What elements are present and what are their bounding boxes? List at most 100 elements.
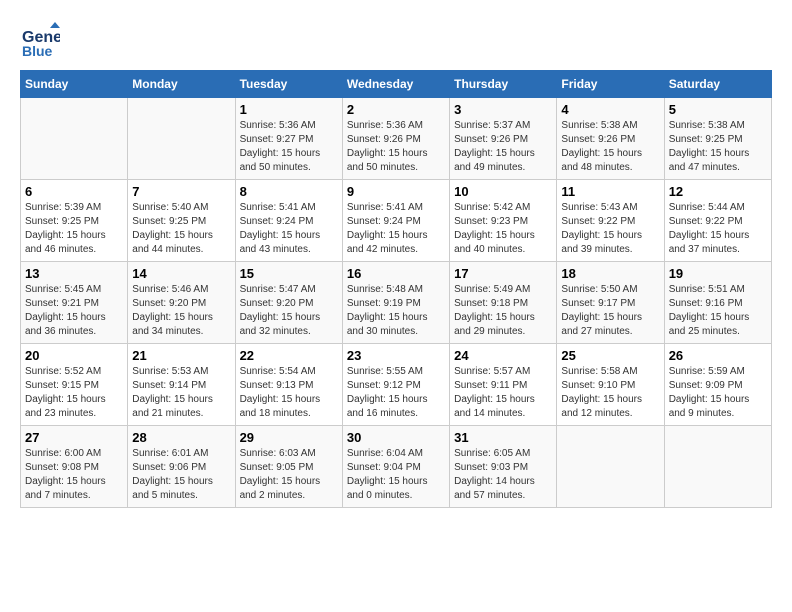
- calendar-cell: 2 Sunrise: 5:36 AM Sunset: 9:26 PM Daylig…: [342, 98, 449, 180]
- page-header: General Blue: [20, 20, 772, 60]
- calendar-cell: 24 Sunrise: 5:57 AM Sunset: 9:11 PM Dayli…: [450, 344, 557, 426]
- day-info: Sunrise: 5:54 AM Sunset: 9:13 PM Dayligh…: [240, 365, 338, 421]
- calendar-cell: 19Sunrise: 5:51 AM Sunset: 9:16 PM Dayli…: [664, 262, 771, 344]
- calendar-week-row: 13Sunrise: 5:45 AM Sunset: 9:21 PM Dayli…: [21, 262, 772, 344]
- weekday-header: Monday: [128, 71, 235, 98]
- day-number: 1: [240, 102, 338, 117]
- day-info: Sunrise: 5:41 AM Sunset: 9:24 PM Dayligh…: [347, 201, 445, 257]
- day-number: 14: [132, 266, 230, 281]
- calendar-cell: 28 Sunrise: 6:01 AM Sunset: 9:06 PM Dayli…: [128, 426, 235, 508]
- day-info: Sunrise: 6:00 AM Sunset: 9:08 PM Dayligh…: [25, 447, 123, 503]
- day-info: Sunrise: 5:38 AM Sunset: 9:25 PM Dayligh…: [669, 119, 767, 175]
- day-info: Sunrise: 5:58 AM Sunset: 9:10 PM Dayligh…: [561, 365, 659, 421]
- calendar-cell: [128, 98, 235, 180]
- calendar-cell: 17 Sunrise: 5:49 AM Sunset: 9:18 PM Dayli…: [450, 262, 557, 344]
- day-number: 27: [25, 430, 123, 445]
- day-number: 31: [454, 430, 552, 445]
- calendar-cell: 27 Sunrise: 6:00 AM Sunset: 9:08 PM Dayli…: [21, 426, 128, 508]
- day-number: 16: [347, 266, 445, 281]
- calendar-cell: 9 Sunrise: 5:41 AM Sunset: 9:24 PM Daylig…: [342, 180, 449, 262]
- calendar-cell: 31Sunrise: 6:05 AM Sunset: 9:03 PM Dayli…: [450, 426, 557, 508]
- day-info: Sunrise: 5:48 AM Sunset: 9:19 PM Dayligh…: [347, 283, 445, 339]
- day-info: Sunrise: 5:55 AM Sunset: 9:12 PM Dayligh…: [347, 365, 445, 421]
- day-info: Sunrise: 5:52 AM Sunset: 9:15 PM Dayligh…: [25, 365, 123, 421]
- day-info: Sunrise: 5:36 AM Sunset: 9:26 PM Dayligh…: [347, 119, 445, 175]
- day-number: 15: [240, 266, 338, 281]
- day-info: Sunrise: 5:59 AM Sunset: 9:09 PM Dayligh…: [669, 365, 767, 421]
- weekday-header: Sunday: [21, 71, 128, 98]
- day-number: 3: [454, 102, 552, 117]
- calendar-cell: [557, 426, 664, 508]
- calendar-cell: 3 Sunrise: 5:37 AM Sunset: 9:26 PM Daylig…: [450, 98, 557, 180]
- day-info: Sunrise: 5:53 AM Sunset: 9:14 PM Dayligh…: [132, 365, 230, 421]
- calendar-cell: 30 Sunrise: 6:04 AM Sunset: 9:04 PM Dayli…: [342, 426, 449, 508]
- calendar-cell: 29 Sunrise: 6:03 AM Sunset: 9:05 PM Dayli…: [235, 426, 342, 508]
- day-info: Sunrise: 6:01 AM Sunset: 9:06 PM Dayligh…: [132, 447, 230, 503]
- day-info: Sunrise: 5:43 AM Sunset: 9:22 PM Dayligh…: [561, 201, 659, 257]
- day-info: Sunrise: 5:39 AM Sunset: 9:25 PM Dayligh…: [25, 201, 123, 257]
- calendar-cell: 21 Sunrise: 5:53 AM Sunset: 9:14 PM Dayli…: [128, 344, 235, 426]
- calendar-cell: 7 Sunrise: 5:40 AM Sunset: 9:25 PM Daylig…: [128, 180, 235, 262]
- calendar-cell: 23Sunrise: 5:55 AM Sunset: 9:12 PM Dayli…: [342, 344, 449, 426]
- weekday-header: Thursday: [450, 71, 557, 98]
- day-info: Sunrise: 5:44 AM Sunset: 9:22 PM Dayligh…: [669, 201, 767, 257]
- calendar-week-row: 20 Sunrise: 5:52 AM Sunset: 9:15 PM Dayli…: [21, 344, 772, 426]
- logo: General Blue: [20, 20, 64, 60]
- day-number: 30: [347, 430, 445, 445]
- calendar-cell: 18 Sunrise: 5:50 AM Sunset: 9:17 PM Dayli…: [557, 262, 664, 344]
- day-info: Sunrise: 5:38 AM Sunset: 9:26 PM Dayligh…: [561, 119, 659, 175]
- calendar-table: SundayMondayTuesdayWednesdayThursdayFrid…: [20, 70, 772, 508]
- calendar-cell: 14Sunrise: 5:46 AM Sunset: 9:20 PM Dayli…: [128, 262, 235, 344]
- day-number: 11: [561, 184, 659, 199]
- day-info: Sunrise: 5:37 AM Sunset: 9:26 PM Dayligh…: [454, 119, 552, 175]
- day-info: Sunrise: 5:36 AM Sunset: 9:27 PM Dayligh…: [240, 119, 338, 175]
- calendar-cell: [21, 98, 128, 180]
- calendar-cell: [664, 426, 771, 508]
- day-number: 6: [25, 184, 123, 199]
- calendar-week-row: 27 Sunrise: 6:00 AM Sunset: 9:08 PM Dayli…: [21, 426, 772, 508]
- day-info: Sunrise: 5:50 AM Sunset: 9:17 PM Dayligh…: [561, 283, 659, 339]
- calendar-cell: 13Sunrise: 5:45 AM Sunset: 9:21 PM Dayli…: [21, 262, 128, 344]
- day-number: 24: [454, 348, 552, 363]
- calendar-cell: 15Sunrise: 5:47 AM Sunset: 9:20 PM Dayli…: [235, 262, 342, 344]
- calendar-cell: 26 Sunrise: 5:59 AM Sunset: 9:09 PM Dayli…: [664, 344, 771, 426]
- calendar-cell: 4Sunrise: 5:38 AM Sunset: 9:26 PM Daylig…: [557, 98, 664, 180]
- calendar-week-row: 6 Sunrise: 5:39 AM Sunset: 9:25 PM Daylig…: [21, 180, 772, 262]
- calendar-cell: 1 Sunrise: 5:36 AM Sunset: 9:27 PM Daylig…: [235, 98, 342, 180]
- calendar-cell: 22 Sunrise: 5:54 AM Sunset: 9:13 PM Dayli…: [235, 344, 342, 426]
- calendar-cell: 5 Sunrise: 5:38 AM Sunset: 9:25 PM Daylig…: [664, 98, 771, 180]
- day-info: Sunrise: 5:40 AM Sunset: 9:25 PM Dayligh…: [132, 201, 230, 257]
- day-info: Sunrise: 6:03 AM Sunset: 9:05 PM Dayligh…: [240, 447, 338, 503]
- day-number: 20: [25, 348, 123, 363]
- calendar-cell: 11 Sunrise: 5:43 AM Sunset: 9:22 PM Dayli…: [557, 180, 664, 262]
- day-number: 17: [454, 266, 552, 281]
- svg-text:Blue: Blue: [22, 43, 53, 59]
- day-number: 9: [347, 184, 445, 199]
- day-info: Sunrise: 5:41 AM Sunset: 9:24 PM Dayligh…: [240, 201, 338, 257]
- day-number: 13: [25, 266, 123, 281]
- day-info: Sunrise: 5:42 AM Sunset: 9:23 PM Dayligh…: [454, 201, 552, 257]
- day-number: 22: [240, 348, 338, 363]
- day-info: Sunrise: 5:49 AM Sunset: 9:18 PM Dayligh…: [454, 283, 552, 339]
- weekday-header: Friday: [557, 71, 664, 98]
- day-info: Sunrise: 6:04 AM Sunset: 9:04 PM Dayligh…: [347, 447, 445, 503]
- calendar-cell: 10 Sunrise: 5:42 AM Sunset: 9:23 PM Dayli…: [450, 180, 557, 262]
- calendar-body: 1 Sunrise: 5:36 AM Sunset: 9:27 PM Daylig…: [21, 98, 772, 508]
- day-number: 21: [132, 348, 230, 363]
- logo-icon: General Blue: [20, 20, 60, 60]
- day-number: 2: [347, 102, 445, 117]
- day-number: 7: [132, 184, 230, 199]
- day-info: Sunrise: 5:57 AM Sunset: 9:11 PM Dayligh…: [454, 365, 552, 421]
- day-number: 19: [669, 266, 767, 281]
- weekday-header: Tuesday: [235, 71, 342, 98]
- calendar-cell: 12 Sunrise: 5:44 AM Sunset: 9:22 PM Dayli…: [664, 180, 771, 262]
- day-number: 29: [240, 430, 338, 445]
- day-number: 10: [454, 184, 552, 199]
- calendar-cell: 8Sunrise: 5:41 AM Sunset: 9:24 PM Daylig…: [235, 180, 342, 262]
- day-number: 12: [669, 184, 767, 199]
- day-number: 5: [669, 102, 767, 117]
- day-number: 26: [669, 348, 767, 363]
- day-number: 18: [561, 266, 659, 281]
- day-number: 28: [132, 430, 230, 445]
- calendar-week-row: 1 Sunrise: 5:36 AM Sunset: 9:27 PM Daylig…: [21, 98, 772, 180]
